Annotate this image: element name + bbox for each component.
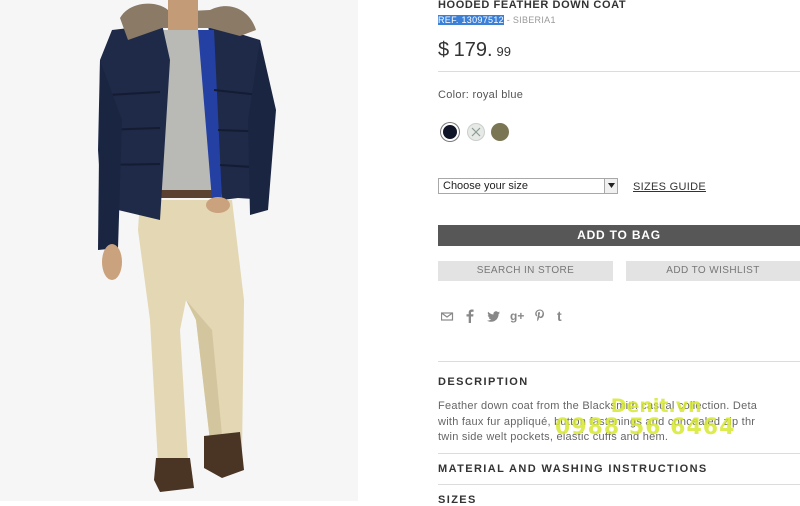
add-to-wishlist-button[interactable]: ADD TO WISHLIST xyxy=(626,261,800,281)
color-label: Color: royal blue xyxy=(438,89,524,101)
price-currency: $ xyxy=(438,39,450,61)
size-select[interactable]: Choose your size xyxy=(438,178,618,194)
add-to-bag-button[interactable]: ADD TO BAG xyxy=(438,225,800,246)
watermark: Denit.vn 0988 56 6464 xyxy=(555,395,735,439)
sizes-heading[interactable]: SIZES xyxy=(438,494,477,506)
color-swatch-navy[interactable] xyxy=(441,123,459,141)
product-price: $ 179. 99 xyxy=(438,39,511,62)
divider xyxy=(438,453,800,454)
pinterest-icon[interactable] xyxy=(534,308,548,324)
product-title: HOODED FEATHER DOWN COAT xyxy=(438,0,627,11)
material-washing-heading[interactable]: MATERIAL AND WASHING INSTRUCTIONS xyxy=(438,463,708,475)
watermark-phone: 0988 56 6464 xyxy=(555,415,736,440)
search-in-store-button[interactable]: SEARCH IN STORE xyxy=(438,261,613,281)
facebook-icon[interactable] xyxy=(465,308,479,324)
watermark-site: Denit.vn xyxy=(610,395,702,417)
google-plus-icon[interactable]: g+ xyxy=(510,308,524,324)
color-swatch-light-grey[interactable] xyxy=(467,123,485,141)
divider xyxy=(438,361,800,362)
size-select-value: Choose your size xyxy=(443,180,528,192)
sizes-guide-link[interactable]: SIZES GUIDE xyxy=(633,181,706,193)
unavailable-cross-icon xyxy=(471,127,481,137)
price-cents: 99 xyxy=(496,44,511,59)
color-swatch-olive[interactable] xyxy=(491,123,509,141)
divider xyxy=(438,484,800,485)
tumblr-icon[interactable]: t xyxy=(556,308,570,324)
mail-icon[interactable] xyxy=(440,308,455,324)
twitter-icon[interactable] xyxy=(487,308,501,324)
product-reference: REF. 13097512 - SIBERIA1 xyxy=(438,15,556,25)
model-illustration xyxy=(98,0,276,492)
svg-text:g+: g+ xyxy=(510,309,524,323)
product-photo xyxy=(0,0,358,501)
svg-text:t: t xyxy=(557,308,562,324)
dropdown-arrow-icon[interactable] xyxy=(604,179,617,193)
reference-number: REF. 13097512 xyxy=(438,15,504,25)
reference-code: - SIBERIA1 xyxy=(503,15,556,25)
price-amount: 179. xyxy=(453,39,493,61)
divider xyxy=(438,71,800,72)
description-heading[interactable]: DESCRIPTION xyxy=(438,376,529,388)
